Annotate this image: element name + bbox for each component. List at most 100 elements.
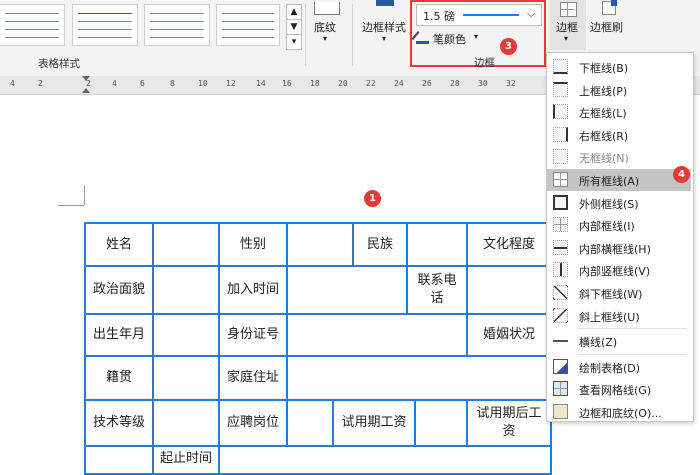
- table-style-thumbnail-4[interactable]: [216, 4, 280, 46]
- border-menu-item-label: 查看网格线(G): [579, 384, 652, 398]
- border-styles-button[interactable]: 边框样式 ▾: [360, 0, 410, 50]
- table-cell-gender-label: 性别: [218, 222, 288, 267]
- border-painter-icon: [602, 0, 617, 15]
- outside-borders-icon: [553, 194, 568, 210]
- cell-text: 试用期后工资: [476, 406, 542, 439]
- callout-badge-1: 1: [364, 190, 381, 207]
- table-styles-group-label: 表格样式: [38, 58, 80, 70]
- table-cell-address-value[interactable]: [286, 355, 552, 401]
- cell-text: 籍贯: [105, 370, 132, 385]
- border-menu-item[interactable]: 查看网格线(G): [547, 378, 691, 400]
- border-menu-item[interactable]: 外侧框线(S): [547, 192, 691, 214]
- border-menu-item[interactable]: 边框和底纹(O)...: [547, 401, 691, 423]
- borders-dropdown-menu: 下框线(B) 上框线(P) 左框线(L) 右框线(R) 无框线(N) 所有框线(A) 外侧框…: [546, 52, 694, 422]
- borders-and-shading-icon: [553, 404, 568, 419]
- pen-color-button[interactable]: 笔颜色 ▾: [411, 30, 486, 48]
- table-cell-education-label: 文化程度: [466, 222, 552, 267]
- border-menu-item-label: 所有框线(A): [579, 175, 640, 188]
- inside-horizontal-border-icon: [553, 239, 568, 255]
- table-cell-empty[interactable]: [218, 445, 552, 475]
- table-cell-contact-label: 联系电话: [406, 265, 468, 315]
- table-cell-join-time-value[interactable]: [286, 265, 408, 315]
- menu-separator: [577, 328, 687, 330]
- border-menu-item[interactable]: 斜下框线(W): [547, 282, 691, 304]
- cell-text: 家庭住址: [226, 370, 279, 385]
- border-menu-item[interactable]: 左框线(L): [547, 101, 691, 123]
- table-cell-position-value[interactable]: [286, 399, 334, 447]
- ruler-indent-marker[interactable]: [82, 88, 90, 93]
- ruler-tick-label: 22: [366, 79, 376, 88]
- table-cell-native-value[interactable]: [152, 355, 220, 401]
- ruler-tick-label: 8: [170, 79, 175, 88]
- border-menu-item[interactable]: 内部横框线(H): [547, 237, 691, 259]
- borders-button[interactable]: 边框 ▾: [550, 0, 586, 50]
- table-style-thumbnail-3[interactable]: [144, 4, 210, 46]
- ruler-tick-label: 26: [422, 79, 432, 88]
- border-menu-item-label: 内部横框线(H): [579, 242, 651, 256]
- diagonal-up-border-icon: [553, 307, 568, 323]
- table-style-thumbnail-1[interactable]: [0, 4, 65, 46]
- table-cell-id-value[interactable]: [286, 313, 468, 357]
- ruler-tick-label: 20: [338, 79, 348, 88]
- table-cell-name-label: 姓名: [84, 222, 154, 267]
- table-cell-skill-label: 技术等级: [84, 399, 154, 447]
- table-cell-ethnicity-value[interactable]: [406, 222, 468, 267]
- table-cell-marital-label: 婚姻状况: [466, 313, 552, 357]
- gallery-expand-button[interactable]: ▾: [286, 34, 302, 50]
- border-menu-item-label: 横线(Z): [579, 336, 618, 350]
- table-cell-probation-salary-value[interactable]: [414, 399, 468, 447]
- gallery-scroll-up-button[interactable]: ▲: [286, 4, 302, 20]
- gallery-scroll-down-button[interactable]: ▼: [286, 19, 302, 35]
- menu-separator: [577, 353, 687, 355]
- pen-weight-dropdown[interactable]: 1.5 磅 ⌵: [416, 4, 542, 26]
- table-cell-political-value[interactable]: [152, 265, 220, 315]
- cell-text: 出生年月: [92, 327, 145, 342]
- chevron-down-icon[interactable]: ⌵: [527, 7, 535, 21]
- table-cell-post-probation-label: 试用期后工资: [466, 399, 552, 447]
- border-menu-item[interactable]: 横线(Z): [547, 330, 691, 352]
- horizontal-line-icon: [553, 333, 568, 343]
- border-menu-item-label: 右框线(R): [579, 129, 629, 143]
- bottom-border-icon: [553, 59, 568, 74]
- table-cell-gender-value[interactable]: [286, 222, 354, 267]
- border-menu-item[interactable]: 斜上框线(U): [547, 305, 691, 327]
- cell-text: 联系电话: [417, 273, 457, 306]
- borders-button-label: 边框: [556, 21, 578, 34]
- border-menu-item[interactable]: 所有框线(A): [547, 169, 691, 191]
- border-menu-item[interactable]: 下框线(B): [547, 56, 691, 78]
- table-cell-probation-salary-label: 试用期工资: [332, 399, 416, 447]
- left-border-icon: [553, 104, 568, 120]
- ruler-tick-label: 4: [10, 79, 15, 88]
- group-separator: [352, 4, 353, 66]
- page-corner-mark: [84, 185, 85, 205]
- table-cell-contact-value[interactable]: [466, 265, 552, 315]
- border-menu-item-label: 下框线(B): [579, 62, 629, 75]
- table-cell-name-value[interactable]: [152, 222, 220, 267]
- view-gridlines-icon: [553, 381, 568, 397]
- chevron-down-icon: ▾: [382, 34, 387, 43]
- cell-text: 姓名: [105, 236, 132, 252]
- shading-button[interactable]: 底纹 ▾: [308, 0, 346, 50]
- cell-text: 文化程度: [482, 236, 535, 252]
- group-separator: [305, 4, 306, 66]
- border-menu-item[interactable]: 右框线(R): [547, 124, 691, 146]
- table-cell-start-end-label: 起止时间: [152, 445, 220, 475]
- table-style-thumbnail-2[interactable]: [72, 4, 138, 46]
- no-border-icon: [553, 149, 568, 165]
- all-borders-icon: [560, 2, 577, 17]
- border-menu-item[interactable]: 绘制表格(D): [547, 356, 691, 378]
- cell-text: 技术等级: [92, 415, 145, 430]
- cell-text: 加入时间: [226, 282, 279, 297]
- right-border-icon: [553, 126, 568, 142]
- border-menu-item[interactable]: 无框线(N): [547, 146, 691, 168]
- table-cell-skill-value[interactable]: [152, 399, 220, 447]
- border-menu-item[interactable]: 上框线(P): [547, 79, 691, 101]
- cell-text: 身份证号: [226, 327, 279, 342]
- border-menu-item-label: 无框线(N): [579, 152, 629, 166]
- table-cell-birth-value[interactable]: [152, 313, 220, 357]
- table-cell-empty[interactable]: [84, 445, 154, 475]
- border-menu-item[interactable]: 内部框线(I): [547, 214, 691, 236]
- border-menu-item[interactable]: 内部竖框线(V): [547, 259, 691, 281]
- border-styles-label: 边框样式: [362, 21, 406, 34]
- border-painter-button[interactable]: 边框刷: [588, 0, 632, 50]
